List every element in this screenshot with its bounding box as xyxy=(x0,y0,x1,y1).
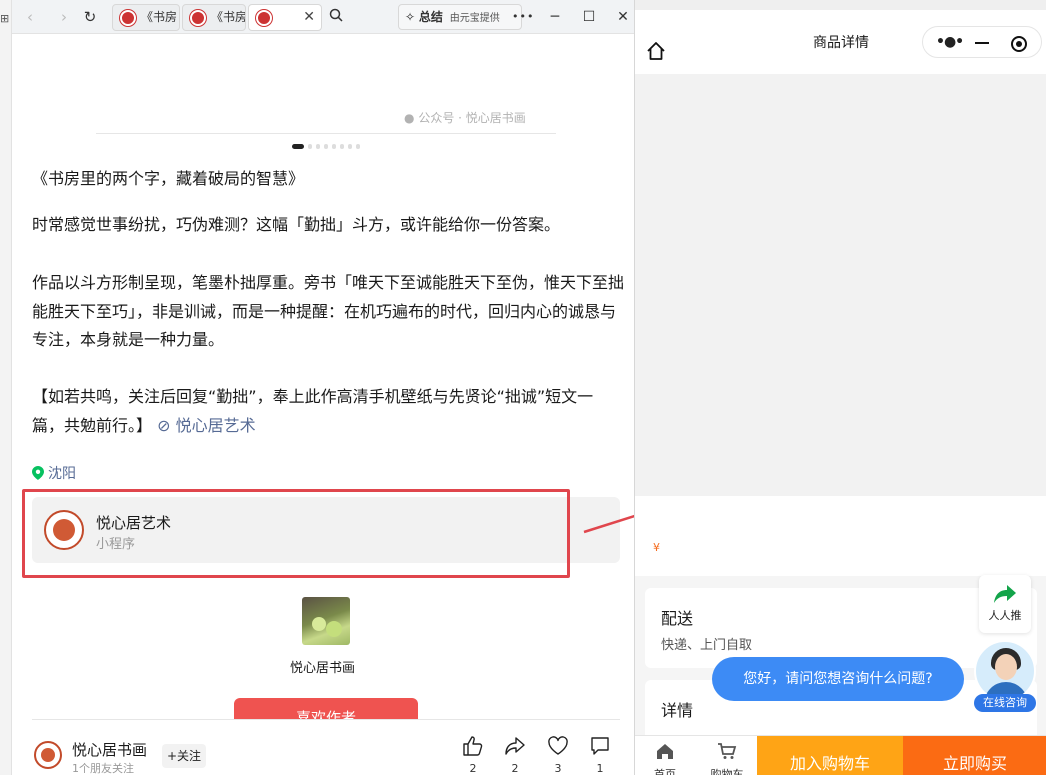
article-title: 《书房里的两个字，藏着破局的智慧》 xyxy=(32,169,305,188)
thumbs-up-icon xyxy=(463,736,483,756)
friends-follow-count: 1个朋友关注 xyxy=(72,762,134,775)
heart-icon xyxy=(548,736,568,755)
browser-tab-1[interactable]: 《书房 xyxy=(112,4,180,31)
minimize-icon[interactable]: ─ xyxy=(544,6,566,28)
minimize-icon[interactable] xyxy=(975,42,989,44)
divider xyxy=(96,133,556,134)
share-button[interactable]: 2 xyxy=(502,736,528,775)
share-count: 2 xyxy=(511,762,519,775)
price-block: ¥ xyxy=(635,496,1046,576)
delivery-title: 配送 xyxy=(661,609,694,628)
call-to-action-text: 【如若共鸣，关注后回复“勤拙”，奉上此作高清手机壁纸与先贤论“拙诚”短文一篇，共… xyxy=(32,387,594,435)
tab-cart[interactable]: 购物车 xyxy=(701,742,753,775)
article-paragraph-1: 时常感觉世事纷扰，巧伪难测？这幅「勤拙」斗方，或许能给你一份答案。 xyxy=(32,215,561,234)
sparkle-icon: ✧ xyxy=(405,10,416,24)
more-dots-icon[interactable]: •●• xyxy=(936,34,964,50)
home-tab-icon xyxy=(657,744,673,759)
site-favicon-icon xyxy=(190,10,206,26)
left-edge-strip: ⊞ xyxy=(0,0,12,775)
location-pin-icon xyxy=(32,466,44,480)
account-mention-link[interactable]: ⊘ 悦心居艺术 xyxy=(152,416,256,435)
tab-cart-label: 购物车 xyxy=(710,768,744,775)
chat-prompt-bubble[interactable]: 您好，请问您想咨询什么问题? xyxy=(712,657,964,701)
delivery-methods: 快递、上门自取 xyxy=(661,638,753,653)
location-label: 沈阳 xyxy=(48,466,76,482)
summary-label: 总结 xyxy=(418,10,443,24)
location-tag[interactable]: 沈阳 xyxy=(32,463,76,483)
comment-button[interactable]: 1 xyxy=(587,736,613,775)
currency-symbol: ¥ xyxy=(653,541,660,554)
like-count: 2 xyxy=(469,762,477,775)
maximize-icon[interactable]: ☐ xyxy=(578,6,600,28)
share-arrow-icon xyxy=(994,585,1016,603)
browser-tab-active[interactable]: ✕ xyxy=(248,4,322,31)
comment-icon xyxy=(591,737,609,755)
customer-service-avatar[interactable] xyxy=(974,640,1036,702)
account-name[interactable]: 悦心居书画 xyxy=(72,739,147,760)
article-footer-bar: 悦心居书画 1个朋友关注 +关注 2 2 3 1 xyxy=(32,719,620,775)
cart-icon xyxy=(718,743,737,759)
forward-arrow-icon[interactable]: › xyxy=(54,7,74,27)
back-arrow-icon[interactable]: ‹ xyxy=(20,7,40,27)
close-tab-icon[interactable]: ✕ xyxy=(303,5,315,30)
online-consult-label[interactable]: 在线咨询 xyxy=(974,694,1036,712)
capsule-menu: •●• xyxy=(922,26,1042,58)
close-window-icon[interactable]: ✕ xyxy=(612,6,634,28)
favorite-count: 3 xyxy=(554,762,562,775)
watermark: ● 公众号 · 悦心居书画 xyxy=(404,109,526,126)
article-paragraph-3: 【如若共鸣，关注后回复“勤拙”，奉上此作高清手机壁纸与先贤论“拙诚”短文一篇，共… xyxy=(32,383,624,440)
like-button[interactable]: 2 xyxy=(460,736,486,775)
share-promote-button[interactable]: 人人推 xyxy=(979,575,1031,633)
window-top-strip xyxy=(635,0,1046,10)
article-paragraph-2: 作品以斗方形制呈现，笔墨朴拙厚重。旁书「唯天下至诚能胜天下至伪，惟天下至拙能胜天… xyxy=(32,273,625,349)
apps-grid-icon[interactable]: ⊞ xyxy=(0,12,9,25)
highlight-frame xyxy=(22,489,570,578)
ai-summary-button[interactable]: ✧ 总结 由元宝提供 xyxy=(398,4,522,30)
search-icon[interactable] xyxy=(326,7,346,27)
tab-label: 《书房 xyxy=(141,10,178,24)
buy-now-button[interactable]: 立即购买 xyxy=(903,736,1046,775)
add-to-cart-button[interactable]: 加入购物车 xyxy=(757,736,903,775)
favorite-button[interactable]: 3 xyxy=(545,736,571,775)
account-avatar[interactable] xyxy=(34,741,62,769)
close-circle-icon[interactable] xyxy=(1011,36,1027,52)
share-label: 人人推 xyxy=(988,609,1022,622)
product-image-area[interactable] xyxy=(635,74,1046,496)
follow-button[interactable]: +关注 xyxy=(162,744,206,768)
bottom-action-bar: 首页 购物车 加入购物车 立即购买 xyxy=(635,735,1046,775)
share-icon xyxy=(505,737,525,755)
comment-count: 1 xyxy=(596,762,604,775)
watermark-text: 公众号 · 悦心居书画 xyxy=(418,111,526,125)
browser-tab-2[interactable]: 《书房 xyxy=(182,4,246,31)
tab-label: 《书房 xyxy=(211,10,246,24)
more-options-icon[interactable]: ••• xyxy=(512,6,534,28)
article-window: ⊞ ‹ › ↻ 《书房 《书房 ✕ ✧ 总结 由元宝提供 ••• ─ ☐ ✕ ●… xyxy=(0,0,634,775)
mention-label: 悦心居艺术 xyxy=(175,415,256,435)
browser-tab-bar: ‹ › ↻ 《书房 《书房 ✕ ✧ 总结 由元宝提供 ••• ─ ☐ ✕ xyxy=(12,0,634,34)
refresh-icon[interactable]: ↻ xyxy=(80,7,100,27)
summary-provider: 由元宝提供 xyxy=(449,13,500,24)
screen: ⊞ ‹ › ↻ 《书房 《书房 ✕ ✧ 总结 由元宝提供 ••• ─ ☐ ✕ ●… xyxy=(0,0,1046,775)
author-card-image[interactable] xyxy=(302,597,350,645)
site-favicon-icon xyxy=(120,10,136,26)
wechat-icon: ● xyxy=(404,111,415,125)
site-favicon-icon xyxy=(256,10,272,26)
detail-title: 详情 xyxy=(661,701,694,720)
tab-home-label: 首页 xyxy=(654,768,676,775)
author-card-name: 悦心居书画 xyxy=(290,661,356,676)
tab-home[interactable]: 首页 xyxy=(639,742,691,775)
